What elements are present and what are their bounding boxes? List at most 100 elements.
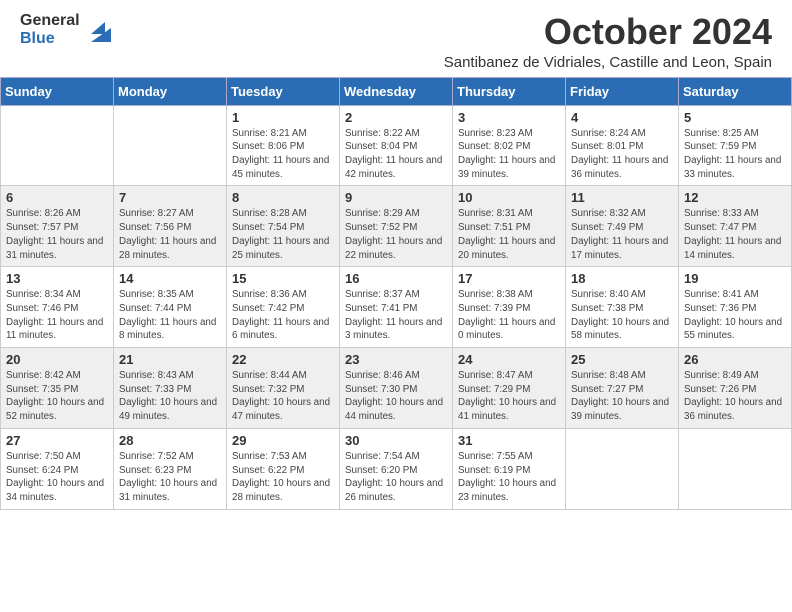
main-title: October 2024 bbox=[444, 12, 772, 52]
day-info: Sunrise: 8:26 AM Sunset: 7:57 PM Dayligh… bbox=[6, 207, 108, 262]
day-info: Sunrise: 8:46 AM Sunset: 7:30 PM Dayligh… bbox=[345, 369, 447, 424]
calendar-day-23: 23 Sunrise: 8:46 AM Sunset: 7:30 PM Dayli… bbox=[340, 348, 453, 429]
day-number: 22 bbox=[232, 352, 334, 367]
day-number: 20 bbox=[6, 352, 108, 367]
calendar-day-17: 17 Sunrise: 8:38 AM Sunset: 7:39 PM Dayli… bbox=[453, 267, 566, 348]
day-number: 23 bbox=[345, 352, 447, 367]
logo-blue: Blue bbox=[20, 30, 80, 48]
calendar-day-19: 19 Sunrise: 8:41 AM Sunset: 7:36 PM Dayli… bbox=[679, 267, 792, 348]
calendar-day-10: 10 Sunrise: 8:31 AM Sunset: 7:51 PM Dayli… bbox=[453, 186, 566, 267]
calendar-day-30: 30 Sunrise: 7:54 AM Sunset: 6:20 PM Dayli… bbox=[340, 428, 453, 509]
day-number: 29 bbox=[232, 433, 334, 448]
day-info: Sunrise: 8:44 AM Sunset: 7:32 PM Dayligh… bbox=[232, 369, 334, 424]
day-info: Sunrise: 8:36 AM Sunset: 7:42 PM Dayligh… bbox=[232, 288, 334, 343]
day-number: 28 bbox=[119, 433, 221, 448]
day-info: Sunrise: 8:48 AM Sunset: 7:27 PM Dayligh… bbox=[571, 369, 673, 424]
calendar-day-empty bbox=[679, 428, 792, 509]
calendar-day-12: 12 Sunrise: 8:33 AM Sunset: 7:47 PM Dayli… bbox=[679, 186, 792, 267]
calendar-day-16: 16 Sunrise: 8:37 AM Sunset: 7:41 PM Dayli… bbox=[340, 267, 453, 348]
day-number: 6 bbox=[6, 190, 108, 205]
calendar-day-8: 8Sunrise: 8:28 AM Sunset: 7:54 PM Daylig… bbox=[227, 186, 340, 267]
day-number: 11 bbox=[571, 190, 673, 205]
calendar-day-15: 15 Sunrise: 8:36 AM Sunset: 7:42 PM Dayli… bbox=[227, 267, 340, 348]
logo-icon bbox=[83, 14, 115, 46]
day-info: Sunrise: 8:23 AM Sunset: 8:02 PM Dayligh… bbox=[458, 127, 560, 182]
calendar-day-25: 25Sunrise: 8:48 AM Sunset: 7:27 PM Dayli… bbox=[566, 348, 679, 429]
day-info: Sunrise: 8:40 AM Sunset: 7:38 PM Dayligh… bbox=[571, 288, 673, 343]
day-info: Sunrise: 8:25 AM Sunset: 7:59 PM Dayligh… bbox=[684, 127, 786, 182]
col-header-saturday: Saturday bbox=[679, 77, 792, 105]
calendar-week-4: 20 Sunrise: 8:42 AM Sunset: 7:35 PM Dayli… bbox=[1, 348, 792, 429]
logo-general: General bbox=[20, 12, 80, 30]
calendar-day-28: 28Sunrise: 7:52 AM Sunset: 6:23 PM Dayli… bbox=[114, 428, 227, 509]
day-info: Sunrise: 7:50 AM Sunset: 6:24 PM Dayligh… bbox=[6, 450, 108, 505]
calendar-day-26: 26Sunrise: 8:49 AM Sunset: 7:26 PM Dayli… bbox=[679, 348, 792, 429]
calendar-day-empty bbox=[114, 105, 227, 186]
day-info: Sunrise: 7:55 AM Sunset: 6:19 PM Dayligh… bbox=[458, 450, 560, 505]
calendar-day-20: 20 Sunrise: 8:42 AM Sunset: 7:35 PM Dayli… bbox=[1, 348, 114, 429]
day-number: 14 bbox=[119, 271, 221, 286]
calendar-week-5: 27Sunrise: 7:50 AM Sunset: 6:24 PM Dayli… bbox=[1, 428, 792, 509]
day-info: Sunrise: 8:38 AM Sunset: 7:39 PM Dayligh… bbox=[458, 288, 560, 343]
page-header: General Blue October 2024 Santibanez de … bbox=[0, 0, 792, 77]
calendar-day-2: 2Sunrise: 8:22 AM Sunset: 8:04 PM Daylig… bbox=[340, 105, 453, 186]
calendar-day-empty bbox=[566, 428, 679, 509]
col-header-tuesday: Tuesday bbox=[227, 77, 340, 105]
day-info: Sunrise: 8:37 AM Sunset: 7:41 PM Dayligh… bbox=[345, 288, 447, 343]
day-number: 18 bbox=[571, 271, 673, 286]
day-info: Sunrise: 7:54 AM Sunset: 6:20 PM Dayligh… bbox=[345, 450, 447, 505]
day-info: Sunrise: 8:43 AM Sunset: 7:33 PM Dayligh… bbox=[119, 369, 221, 424]
calendar-day-18: 18 Sunrise: 8:40 AM Sunset: 7:38 PM Dayli… bbox=[566, 267, 679, 348]
calendar-day-1: 1Sunrise: 8:21 AM Sunset: 8:06 PM Daylig… bbox=[227, 105, 340, 186]
day-number: 10 bbox=[458, 190, 560, 205]
col-header-thursday: Thursday bbox=[453, 77, 566, 105]
calendar-day-9: 9 Sunrise: 8:29 AM Sunset: 7:52 PM Daylig… bbox=[340, 186, 453, 267]
day-info: Sunrise: 8:35 AM Sunset: 7:44 PM Dayligh… bbox=[119, 288, 221, 343]
day-info: Sunrise: 8:22 AM Sunset: 8:04 PM Dayligh… bbox=[345, 127, 447, 182]
calendar-day-13: 13 Sunrise: 8:34 AM Sunset: 7:46 PM Dayli… bbox=[1, 267, 114, 348]
day-number: 24 bbox=[458, 352, 560, 367]
calendar-day-6: 6 Sunrise: 8:26 AM Sunset: 7:57 PM Daylig… bbox=[1, 186, 114, 267]
calendar-week-3: 13 Sunrise: 8:34 AM Sunset: 7:46 PM Dayli… bbox=[1, 267, 792, 348]
day-number: 17 bbox=[458, 271, 560, 286]
day-info: Sunrise: 8:31 AM Sunset: 7:51 PM Dayligh… bbox=[458, 207, 560, 262]
day-number: 21 bbox=[119, 352, 221, 367]
day-info: Sunrise: 8:34 AM Sunset: 7:46 PM Dayligh… bbox=[6, 288, 108, 343]
calendar-day-5: 5 Sunrise: 8:25 AM Sunset: 7:59 PM Daylig… bbox=[679, 105, 792, 186]
day-number: 16 bbox=[345, 271, 447, 286]
day-number: 9 bbox=[345, 190, 447, 205]
day-info: Sunrise: 8:29 AM Sunset: 7:52 PM Dayligh… bbox=[345, 207, 447, 262]
day-number: 19 bbox=[684, 271, 786, 286]
day-number: 12 bbox=[684, 190, 786, 205]
day-number: 1 bbox=[232, 110, 334, 125]
day-info: Sunrise: 8:33 AM Sunset: 7:47 PM Dayligh… bbox=[684, 207, 786, 262]
col-header-wednesday: Wednesday bbox=[340, 77, 453, 105]
day-number: 13 bbox=[6, 271, 108, 286]
calendar-day-7: 7 Sunrise: 8:27 AM Sunset: 7:56 PM Daylig… bbox=[114, 186, 227, 267]
calendar-week-1: 1Sunrise: 8:21 AM Sunset: 8:06 PM Daylig… bbox=[1, 105, 792, 186]
day-number: 15 bbox=[232, 271, 334, 286]
calendar-header: SundayMondayTuesdayWednesdayThursdayFrid… bbox=[1, 77, 792, 105]
day-number: 8 bbox=[232, 190, 334, 205]
calendar-day-29: 29Sunrise: 7:53 AM Sunset: 6:22 PM Dayli… bbox=[227, 428, 340, 509]
calendar-day-11: 11 Sunrise: 8:32 AM Sunset: 7:49 PM Dayli… bbox=[566, 186, 679, 267]
subtitle: Santibanez de Vidriales, Castille and Le… bbox=[444, 54, 772, 71]
calendar-day-21: 21 Sunrise: 8:43 AM Sunset: 7:33 PM Dayli… bbox=[114, 348, 227, 429]
day-info: Sunrise: 8:32 AM Sunset: 7:49 PM Dayligh… bbox=[571, 207, 673, 262]
day-info: Sunrise: 8:41 AM Sunset: 7:36 PM Dayligh… bbox=[684, 288, 786, 343]
day-info: Sunrise: 8:24 AM Sunset: 8:01 PM Dayligh… bbox=[571, 127, 673, 182]
day-number: 5 bbox=[684, 110, 786, 125]
day-info: Sunrise: 8:42 AM Sunset: 7:35 PM Dayligh… bbox=[6, 369, 108, 424]
day-number: 3 bbox=[458, 110, 560, 125]
calendar-day-empty bbox=[1, 105, 114, 186]
calendar-day-4: 4Sunrise: 8:24 AM Sunset: 8:01 PM Daylig… bbox=[566, 105, 679, 186]
calendar-day-31: 31Sunrise: 7:55 AM Sunset: 6:19 PM Dayli… bbox=[453, 428, 566, 509]
title-section: October 2024 Santibanez de Vidriales, Ca… bbox=[444, 12, 772, 71]
calendar-week-2: 6 Sunrise: 8:26 AM Sunset: 7:57 PM Daylig… bbox=[1, 186, 792, 267]
day-number: 30 bbox=[345, 433, 447, 448]
calendar-day-22: 22 Sunrise: 8:44 AM Sunset: 7:32 PM Dayli… bbox=[227, 348, 340, 429]
day-info: Sunrise: 8:27 AM Sunset: 7:56 PM Dayligh… bbox=[119, 207, 221, 262]
day-number: 7 bbox=[119, 190, 221, 205]
calendar-day-14: 14 Sunrise: 8:35 AM Sunset: 7:44 PM Dayli… bbox=[114, 267, 227, 348]
logo: General Blue bbox=[20, 12, 115, 47]
